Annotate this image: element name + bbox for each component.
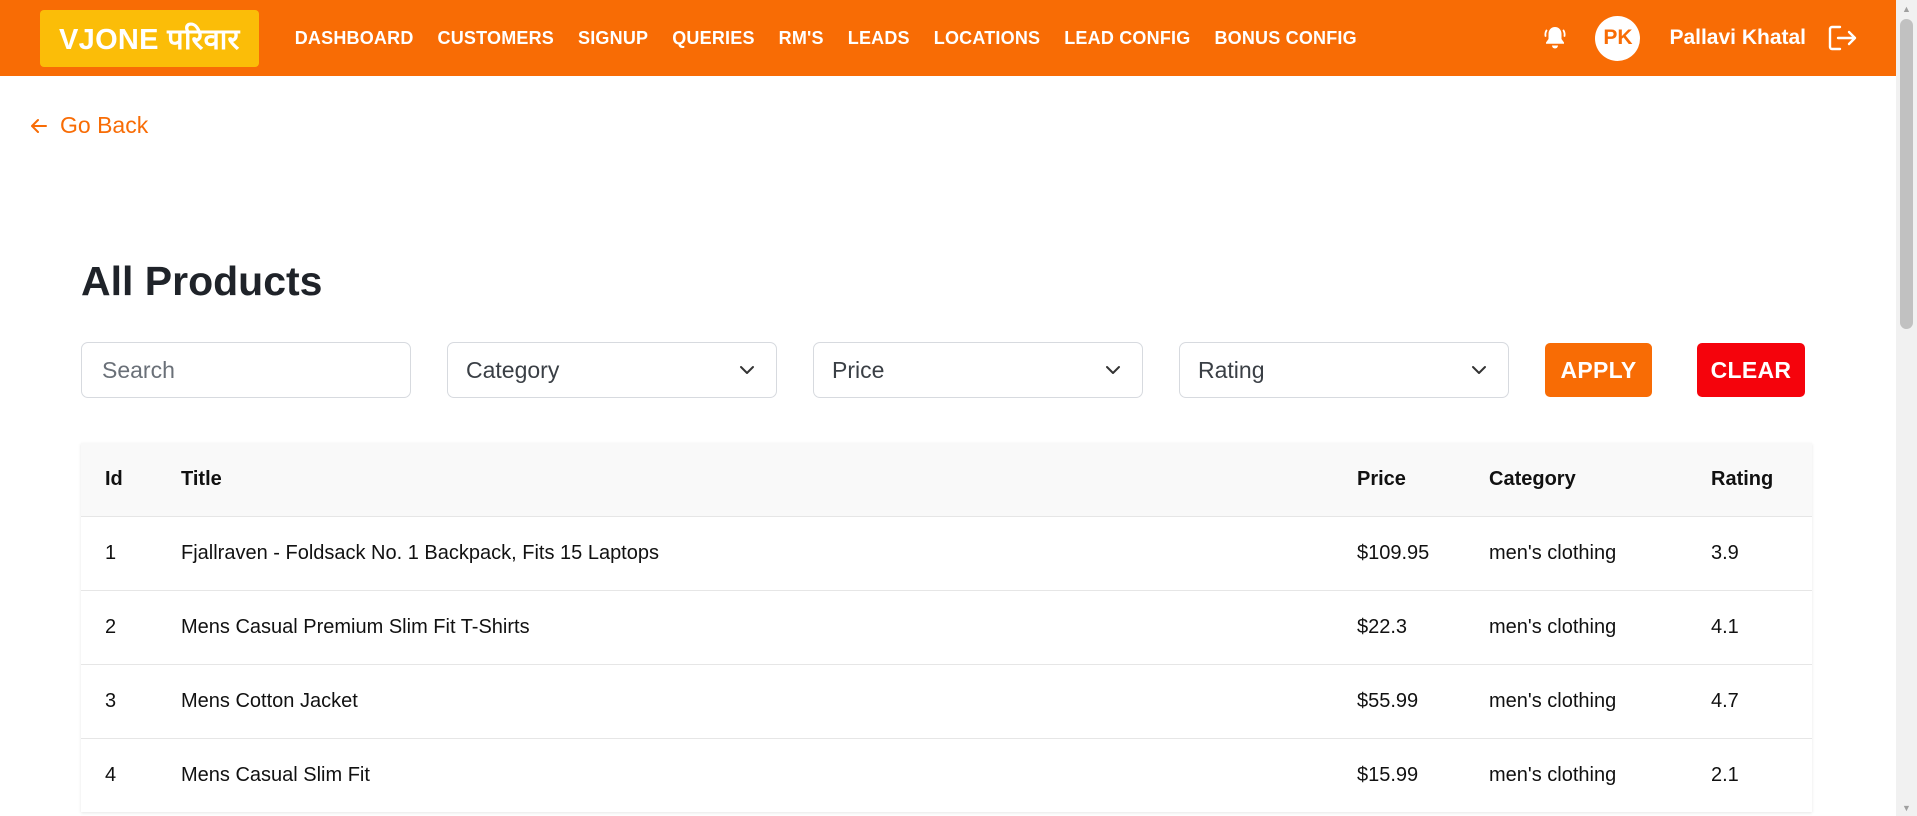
- table-row[interactable]: 1 Fjallraven - Foldsack No. 1 Backpack, …: [81, 516, 1812, 590]
- chevron-down-icon: [738, 361, 756, 379]
- cell-id: 4: [105, 763, 117, 786]
- chevron-down-icon: [1104, 361, 1122, 379]
- logout-icon[interactable]: [1826, 21, 1860, 55]
- cell-price: $55.99: [1357, 689, 1419, 712]
- go-back-label: Go Back: [60, 112, 149, 138]
- search-input[interactable]: [100, 355, 392, 385]
- table-row[interactable]: 4 Mens Casual Slim Fit $15.99 men's clot…: [81, 738, 1812, 812]
- cell-category: men's clothing: [1489, 689, 1617, 712]
- user-name: Pallavi Khatal: [1669, 26, 1806, 49]
- nav-link-locations[interactable]: LOCATIONS: [934, 28, 1040, 49]
- cell-price: $109.95: [1357, 541, 1430, 564]
- header-rating[interactable]: Rating: [1711, 443, 1812, 516]
- cell-id: 3: [105, 689, 117, 712]
- nav-link-rms[interactable]: RM'S: [779, 28, 824, 49]
- cell-category: men's clothing: [1489, 615, 1617, 638]
- category-select[interactable]: Category: [447, 342, 777, 398]
- top-navbar: VJONE परिवार DASHBOARD CUSTOMERS SIGNUP …: [0, 0, 1896, 76]
- products-table-container: Id Title Price Category Rating 1 Fjallra…: [81, 443, 1812, 812]
- table-row[interactable]: 3 Mens Cotton Jacket $55.99 men's clothi…: [81, 664, 1812, 738]
- price-select-label: Price: [832, 356, 885, 383]
- nav-link-dashboard[interactable]: DASHBOARD: [295, 28, 414, 49]
- nav-link-queries[interactable]: QUERIES: [672, 28, 754, 49]
- cell-title: Mens Casual Premium Slim Fit T-Shirts: [181, 615, 530, 638]
- cell-id: 1: [105, 541, 117, 564]
- cell-rating: 3.9: [1711, 541, 1739, 564]
- nav-link-customers[interactable]: CUSTOMERS: [438, 28, 554, 49]
- header-title[interactable]: Title: [181, 443, 1357, 516]
- cell-category: men's clothing: [1489, 541, 1617, 564]
- page-scrollbar[interactable]: ▲ ▼: [1896, 0, 1917, 816]
- main-nav: DASHBOARD CUSTOMERS SIGNUP QUERIES RM'S …: [295, 28, 1357, 49]
- rating-select[interactable]: Rating: [1179, 342, 1509, 398]
- nav-link-leads[interactable]: LEADS: [848, 28, 910, 49]
- scroll-up-arrow-icon[interactable]: ▲: [1896, 0, 1917, 17]
- cell-rating: 4.7: [1711, 689, 1739, 712]
- cell-rating: 2.1: [1711, 763, 1739, 786]
- price-select[interactable]: Price: [813, 342, 1143, 398]
- cell-title: Mens Casual Slim Fit: [181, 763, 370, 786]
- header-price[interactable]: Price: [1357, 443, 1489, 516]
- clear-button[interactable]: CLEAR: [1697, 343, 1805, 397]
- scroll-thumb[interactable]: [1900, 19, 1913, 329]
- cell-title: Fjallraven - Foldsack No. 1 Backpack, Fi…: [181, 541, 659, 564]
- rating-select-label: Rating: [1198, 356, 1265, 383]
- user-area: PK Pallavi Khatal: [1540, 0, 1860, 76]
- nav-link-bonus-config[interactable]: BONUS CONFIG: [1214, 28, 1356, 49]
- go-back-link[interactable]: Go Back: [30, 112, 148, 139]
- header-category[interactable]: Category: [1489, 443, 1711, 516]
- scroll-down-arrow-icon[interactable]: ▼: [1896, 799, 1917, 816]
- cell-id: 2: [105, 615, 117, 638]
- cell-rating: 4.1: [1711, 615, 1739, 638]
- arrow-left-icon: [30, 117, 48, 135]
- nav-link-lead-config[interactable]: LEAD CONFIG: [1064, 28, 1190, 49]
- filter-bar: Category Price Rating APPLY CLEAR: [81, 342, 1811, 398]
- header-id[interactable]: Id: [81, 443, 181, 516]
- table-header-row: Id Title Price Category Rating: [81, 443, 1812, 516]
- cell-title: Mens Cotton Jacket: [181, 689, 358, 712]
- apply-button[interactable]: APPLY: [1545, 343, 1652, 397]
- cell-category: men's clothing: [1489, 763, 1617, 786]
- products-table: Id Title Price Category Rating 1 Fjallra…: [81, 443, 1812, 812]
- avatar[interactable]: PK: [1595, 15, 1641, 61]
- search-field[interactable]: [81, 342, 411, 398]
- brand-logo[interactable]: VJONE परिवार: [40, 9, 259, 67]
- cell-price: $15.99: [1357, 763, 1419, 786]
- category-select-label: Category: [466, 356, 560, 383]
- page-title: All Products: [81, 258, 323, 304]
- chevron-down-icon: [1470, 361, 1488, 379]
- cell-price: $22.3: [1357, 615, 1408, 638]
- table-row[interactable]: 2 Mens Casual Premium Slim Fit T-Shirts …: [81, 590, 1812, 664]
- bell-icon[interactable]: [1540, 23, 1570, 53]
- nav-link-signup[interactable]: SIGNUP: [578, 28, 648, 49]
